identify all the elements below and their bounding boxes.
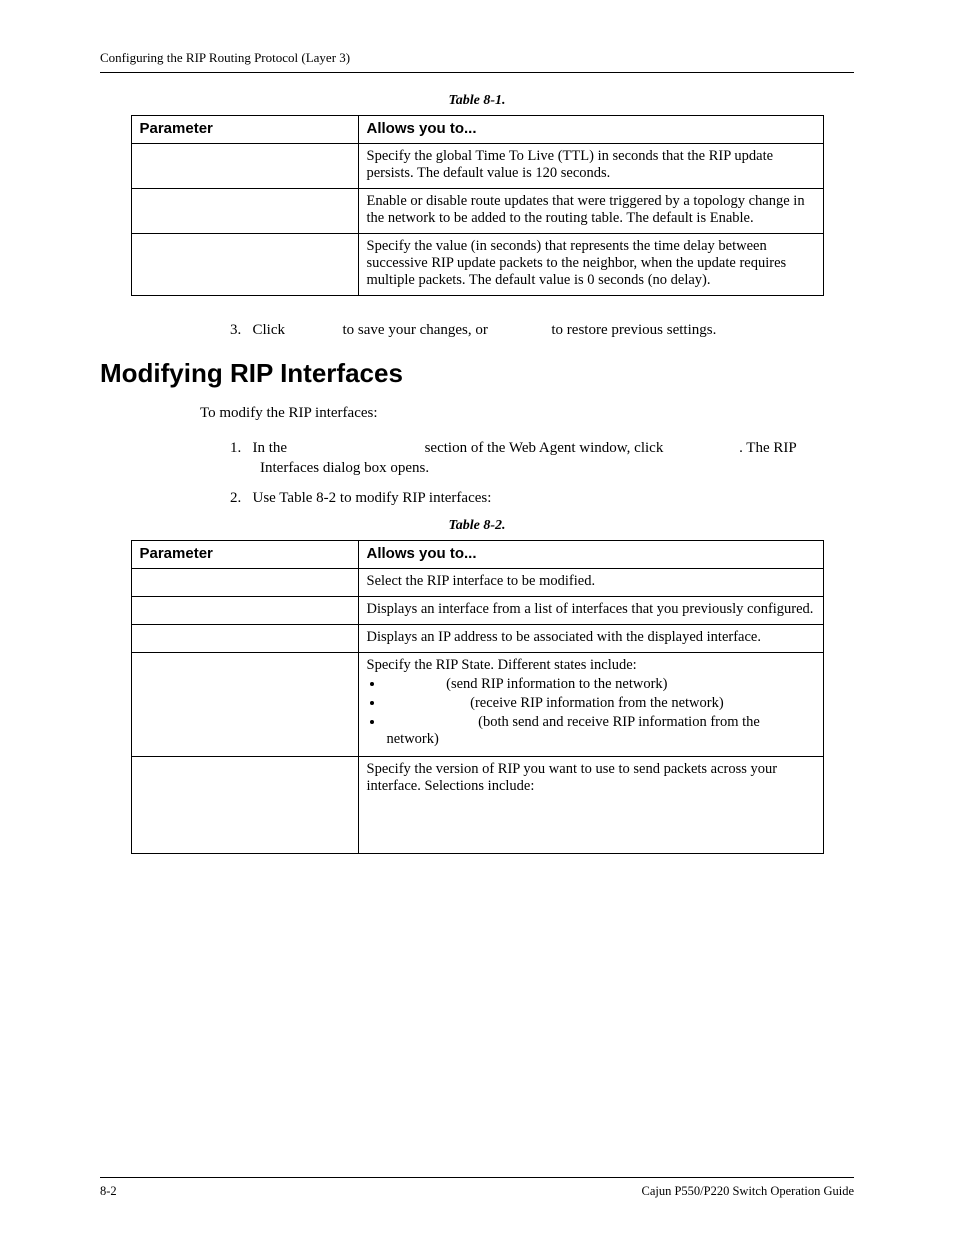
step-text-b: section of the Web Agent window, click (421, 440, 667, 456)
col-header-allows: Allows you to... (358, 116, 823, 144)
step-number: 2. (230, 490, 241, 506)
list-item: (receive RIP information from the networ… (385, 695, 815, 712)
step-3: 3. Click to save your changes, or to res… (230, 320, 854, 340)
param-cell (131, 597, 358, 625)
col-header-parameter: Parameter (131, 541, 358, 569)
table-row: Enable or disable route updates that wer… (131, 189, 823, 234)
section-heading-modifying-rip-interfaces: Modifying RIP Interfaces (100, 358, 854, 389)
table-header-row: Parameter Allows you to... (131, 541, 823, 569)
list-item: (both send and receive RIP information f… (385, 714, 815, 748)
page: Configuring the RIP Routing Protocol (La… (0, 0, 954, 1235)
page-number: 8-2 (100, 1184, 117, 1199)
param-cell (131, 189, 358, 234)
desc-cell: Displays an interface from a list of int… (358, 597, 823, 625)
param-cell (131, 144, 358, 189)
table-8-1-caption: Table 8-1. (100, 93, 854, 109)
desc-cell: Enable or disable route updates that wer… (358, 189, 823, 234)
desc-cell: Specify the version of RIP you want to u… (358, 757, 823, 854)
intro-text: To modify the RIP interfaces: (200, 403, 854, 423)
desc-cell: Specify the value (in seconds) that repr… (358, 234, 823, 296)
table-8-2-caption: Table 8-2. (100, 518, 854, 534)
desc-cell: Specify the RIP State. Different states … (358, 653, 823, 757)
table-8-1: Parameter Allows you to... Specify the g… (131, 115, 824, 296)
desc-cell: Displays an IP address to be associated … (358, 625, 823, 653)
desc-cell: Specify the global Time To Live (TTL) in… (358, 144, 823, 189)
list-text: (receive RIP information from the networ… (467, 695, 724, 711)
col-header-parameter: Parameter (131, 116, 358, 144)
table-row: Displays an interface from a list of int… (131, 597, 823, 625)
page-footer: 8-2 Cajun P550/P220 Switch Operation Gui… (100, 1177, 854, 1199)
step-text: Use Table 8-2 to modify RIP interfaces: (253, 490, 492, 506)
step-2: 2. Use Table 8-2 to modify RIP interface… (230, 488, 854, 508)
param-cell (131, 234, 358, 296)
table-row: Specify the value (in seconds) that repr… (131, 234, 823, 296)
table-row: Specify the global Time To Live (TTL) in… (131, 144, 823, 189)
step-1: 1. In the section of the Web Agent windo… (230, 438, 854, 479)
table-header-row: Parameter Allows you to... (131, 116, 823, 144)
step-number: 1. (230, 440, 241, 456)
rip-state-lead: Specify the RIP State. Different states … (367, 657, 637, 673)
list-text: (both send and receive RIP information f… (387, 714, 760, 747)
doc-title: Cajun P550/P220 Switch Operation Guide (642, 1184, 855, 1199)
running-header: Configuring the RIP Routing Protocol (La… (100, 50, 854, 66)
step-text-c: to restore previous settings. (548, 322, 717, 338)
step-text-a: Click (253, 322, 289, 338)
col-header-allows: Allows you to... (358, 541, 823, 569)
table-8-2: Parameter Allows you to... Select the RI… (131, 540, 824, 854)
desc-cell: Select the RIP interface to be modified. (358, 569, 823, 597)
list-text: (send RIP information to the network) (443, 676, 668, 692)
table-row: Select the RIP interface to be modified. (131, 569, 823, 597)
footer-row: 8-2 Cajun P550/P220 Switch Operation Gui… (100, 1184, 854, 1199)
table-row: Displays an IP address to be associated … (131, 625, 823, 653)
step-number: 3. (230, 322, 241, 338)
param-cell (131, 569, 358, 597)
table-row: Specify the RIP State. Different states … (131, 653, 823, 757)
header-rule (100, 72, 854, 73)
param-cell (131, 653, 358, 757)
param-cell (131, 625, 358, 653)
table-row: Specify the version of RIP you want to u… (131, 757, 823, 854)
step-text-b: to save your changes, or (339, 322, 492, 338)
list-item: (send RIP information to the network) (385, 676, 815, 693)
rip-state-list: (send RIP information to the network) (r… (385, 676, 815, 748)
footer-rule (100, 1177, 854, 1178)
step-text-a: In the (253, 440, 291, 456)
param-cell (131, 757, 358, 854)
